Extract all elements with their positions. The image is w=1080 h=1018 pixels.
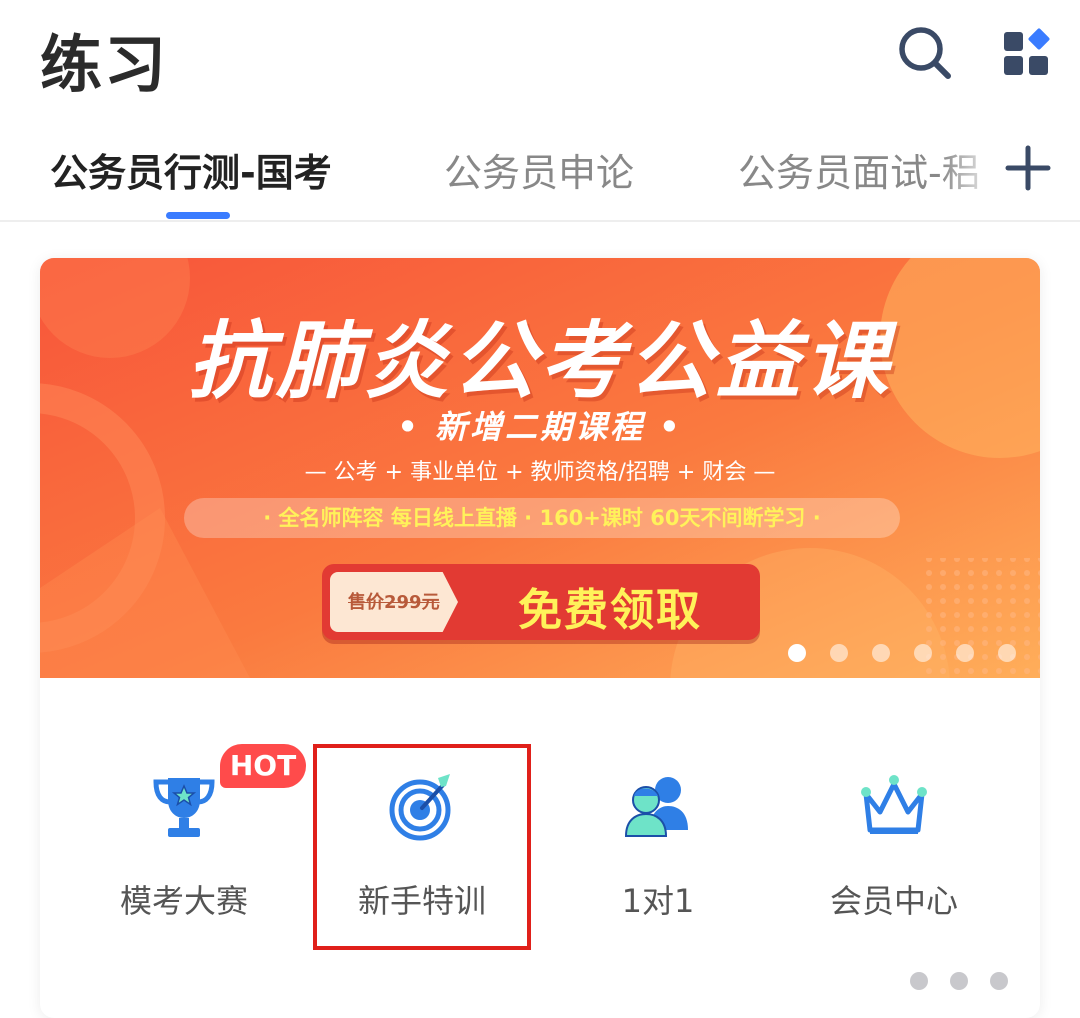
carousel-dot-4[interactable] [914,644,932,662]
highlight-annotation [313,744,531,950]
category-tabs: 公务员行测-国考 公务员申论 公务员面试-稆 [0,120,1080,222]
active-tab-indicator [166,212,230,219]
tab-civil-servant-shenlun[interactable]: 公务员申论 [444,142,634,197]
promo-banner[interactable]: 抗肺炎公考公益课 • 新增二期课程 • — 公考 + 事业单位 + 教师资格/招… [40,258,1040,678]
tab-fade-overlay [940,120,1000,218]
shortcut-label: 模考大赛 [119,882,248,920]
carousel-dot-6[interactable] [998,644,1016,662]
claim-button-label: 免费领取 [518,585,702,636]
tutor-users-icon [624,777,688,837]
carousel-dot-5[interactable] [956,644,974,662]
carousel-dot-1[interactable] [788,644,806,662]
shortcut-mock-exam[interactable]: 模考大赛 [84,770,284,950]
banner-feature-strip: · 全名师阵容 每日线上直播 · 160+课时 60天不间断学习 · [184,498,900,538]
pager-dot-3[interactable] [990,972,1008,990]
tab-civil-servant-xingce[interactable]: 公务员行测-国考 [50,142,332,197]
banner-subheadline: • 新增二期课程 • [397,408,683,446]
banner-features: · 全名师阵容 每日线上直播 · 160+课时 60天不间断学习 · [263,506,821,530]
plus-icon[interactable] [1004,144,1052,192]
carousel-dot-2[interactable] [830,644,848,662]
app-header: 练习 [0,0,1080,110]
pager-dot-1[interactable] [910,972,928,990]
hot-badge: HOT [220,744,306,788]
trophy-icon [153,778,215,837]
carousel-dot-3[interactable] [872,644,890,662]
shortcut-one-on-one[interactable]: 1对1 [558,770,758,950]
crown-icon [861,775,927,834]
grid-apps-icon[interactable] [1002,28,1052,78]
search-icon[interactable] [896,24,954,82]
shortcut-label: 1对1 [621,882,695,920]
shortcut-label: 会员中心 [829,882,958,920]
carousel-dots [788,644,1028,664]
price-tag: 售价299元 [330,572,458,632]
banner-categories: — 公考 + 事业单位 + 教师资格/招聘 + 财会 — [304,460,776,485]
shortcut-member-center[interactable]: 会员中心 [794,770,994,950]
banner-headline: 抗肺炎公考公益课 [187,312,892,410]
pager-dot-2[interactable] [950,972,968,990]
page-title: 练习 [40,28,169,101]
original-price: 售价299元 [348,592,440,613]
claim-button[interactable]: 售价299元 免费领取 [322,564,760,640]
shortcut-pager [910,972,1020,996]
